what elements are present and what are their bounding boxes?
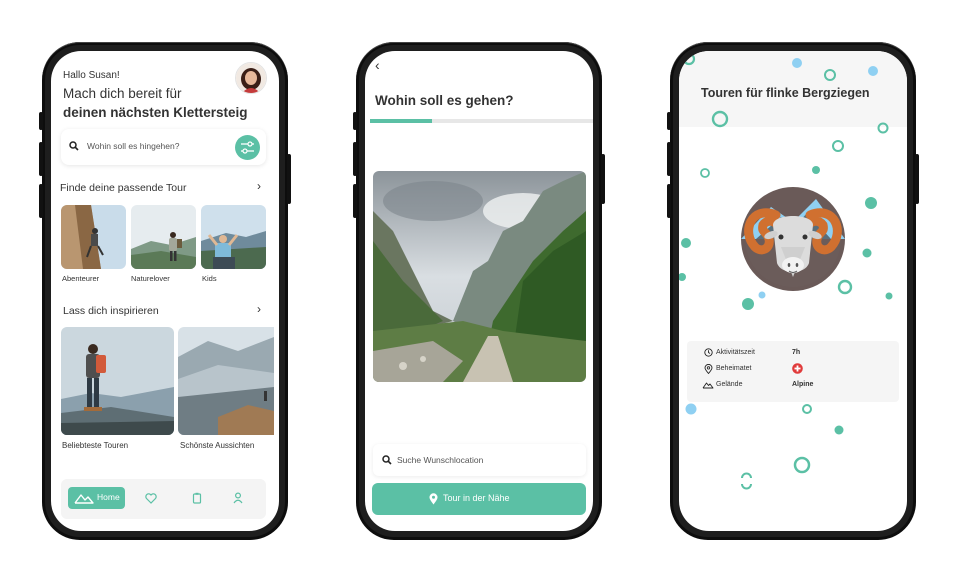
location-search-bar[interactable]: Suche Wunschlocation	[373, 444, 586, 476]
nav-home[interactable]: Home	[68, 487, 125, 509]
tour-card-label: Naturelover	[131, 274, 170, 283]
search-icon	[69, 141, 79, 151]
avatar[interactable]	[235, 62, 267, 94]
page-title: Wohin soll es gehen?	[375, 93, 514, 108]
inspiration-card-popular[interactable]	[61, 327, 174, 435]
user-icon[interactable]	[233, 492, 243, 504]
nav-home-label: Home	[97, 492, 120, 502]
info-row-home: Beheimatet	[687, 363, 899, 377]
mountain-icon	[74, 494, 94, 504]
inspiration-label: Beliebteste Touren	[62, 441, 129, 450]
tour-card-label: Kids	[202, 274, 217, 283]
info-row-activity: Aktivitätszeit 7h	[687, 347, 899, 361]
tour-card-kids[interactable]	[201, 205, 266, 269]
nearby-tour-label: Tour in der Nähe	[443, 493, 510, 503]
search-icon	[382, 455, 392, 465]
chevron-right-icon[interactable]: ›	[257, 179, 261, 193]
info-label: Aktivitätszeit	[716, 349, 755, 356]
section-title-inspiration: Lass dich inspirieren	[63, 305, 159, 317]
progress-bar	[370, 119, 593, 123]
goat-illustration-icon	[741, 187, 845, 291]
destination-photo	[373, 171, 586, 382]
location-icon	[704, 364, 713, 374]
clipboard-icon[interactable]	[192, 492, 202, 504]
info-label: Beheimatet	[716, 365, 752, 372]
location-search-input[interactable]: Suche Wunschlocation	[397, 455, 483, 465]
phone-destination: ‹ Wohin soll es gehen? Suche Wunschlocat…	[353, 42, 605, 540]
nearby-tour-button[interactable]: Tour in der Nähe	[372, 483, 586, 515]
chevron-right-icon[interactable]: ›	[257, 302, 261, 316]
sliders-icon	[241, 141, 254, 154]
progress-fill	[370, 119, 433, 123]
location-pin-icon	[429, 493, 438, 505]
info-row-terrain: Gelände Alpine	[687, 379, 899, 393]
swiss-flag-icon	[792, 363, 803, 374]
chevron-left-icon[interactable]: ‹	[375, 57, 380, 73]
tour-card-abenteurer[interactable]	[61, 205, 126, 269]
info-value: 7h	[792, 349, 801, 356]
destination-screen: ‹ Wohin soll es gehen? Suche Wunschlocat…	[365, 51, 593, 531]
filter-button[interactable]	[235, 135, 260, 160]
clock-icon	[704, 348, 713, 357]
phone-profile: Touren für flinke Bergziegen Aktivitätsz…	[667, 42, 919, 540]
greeting: Hallo Susan!	[63, 70, 120, 81]
section-title-tours: Finde deine passende Tour	[60, 182, 187, 194]
page-title: Touren für flinke Bergziegen	[701, 86, 870, 100]
tour-card-label: Abenteurer	[62, 274, 100, 283]
mountain-icon	[702, 382, 714, 389]
tour-card-naturelover[interactable]	[131, 205, 196, 269]
headline-line-2: deinen nächsten Klettersteig	[63, 105, 248, 120]
phone-home: Hallo Susan! Mach dich bereit für deinen…	[39, 42, 291, 540]
goat-info-card: Aktivitätszeit 7h Beheimatet Gelände Alp…	[687, 341, 899, 402]
inspiration-label: Schönste Aussichten	[180, 441, 255, 450]
heart-icon[interactable]	[145, 493, 157, 504]
headline-line-1: Mach dich bereit für	[63, 86, 182, 101]
inspiration-card-views[interactable]	[178, 327, 274, 435]
search-bar[interactable]: Wohin soll es hingehen?	[61, 129, 266, 165]
search-input[interactable]: Wohin soll es hingehen?	[87, 141, 179, 151]
home-screen: Hallo Susan! Mach dich bereit für deinen…	[51, 51, 279, 531]
info-value: Alpine	[792, 381, 814, 388]
profile-screen: Touren für flinke Bergziegen Aktivitätsz…	[679, 51, 907, 531]
bottom-nav: Home	[61, 479, 266, 519]
info-label: Gelände	[716, 381, 743, 388]
